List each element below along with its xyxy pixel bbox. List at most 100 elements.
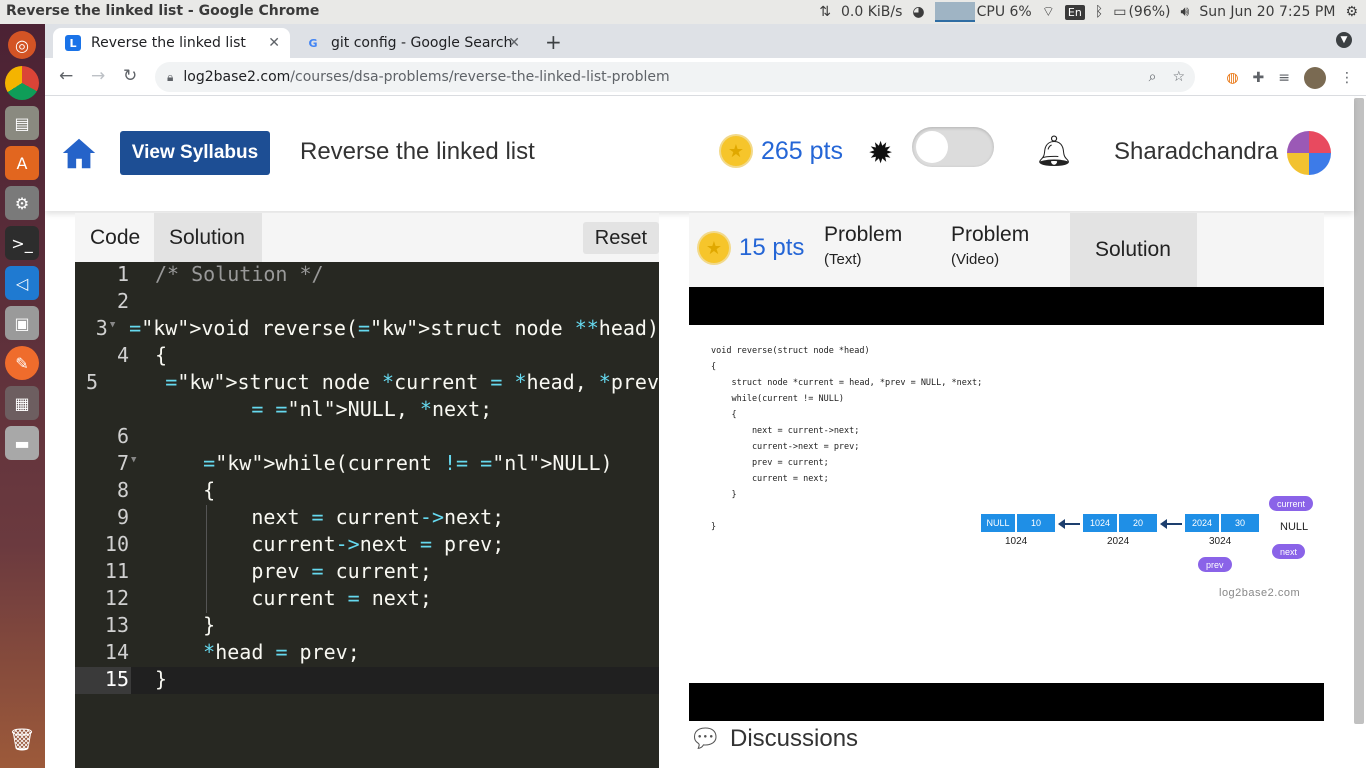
user-avatar[interactable] — [1287, 131, 1331, 175]
zoom-icon[interactable]: ⌕ — [1149, 69, 1157, 85]
code-line[interactable]: 7 ▼ ="kw">while(current != ="nl">NULL) — [75, 451, 659, 478]
settings-gear-icon[interactable]: ⚙ — [1345, 4, 1358, 20]
code-line[interactable]: = ="nl">NULL, *next; — [75, 397, 659, 424]
discussions-heading: 💬︎ Discussions — [689, 723, 858, 754]
page-content: View Syllabus Reverse the linked list ★ … — [45, 96, 1366, 768]
fold-arrow-icon[interactable]: ▼ — [131, 451, 143, 478]
site-header: View Syllabus Reverse the linked list ★ … — [45, 96, 1354, 211]
code-line[interactable]: 8 { — [75, 478, 659, 505]
network-speed: 0.0 KiB/s — [840, 4, 903, 20]
ubuntu-home-icon[interactable]: ◎ — [8, 31, 36, 59]
fold-arrow-icon — [131, 640, 143, 667]
software-center-icon[interactable]: A — [5, 146, 39, 180]
tab-problem-video[interactable]: Problem (Video) — [941, 213, 1039, 287]
code-line[interactable]: 12 current = next; — [75, 586, 659, 613]
close-tab-icon[interactable]: ✕ — [508, 35, 520, 51]
code-line[interactable]: 1 /* Solution */ — [75, 262, 659, 289]
code-line[interactable]: 3 ▼ ="kw">void reverse(="kw">struct node *… — [75, 316, 659, 343]
tab-reverse-linked-list[interactable]: L Reverse the linked list ✕ — [53, 28, 290, 58]
tab-search-icon[interactable]: ▼ — [1336, 32, 1352, 48]
node-address: 1024 — [1005, 536, 1028, 547]
close-tab-icon[interactable]: ✕ — [268, 35, 280, 51]
tab-solution-video[interactable]: Solution — [1070, 213, 1197, 287]
screenshot-icon[interactable]: ▣ — [5, 306, 39, 340]
media-queue-icon[interactable]: ≡ — [1278, 70, 1290, 86]
code-line[interactable]: 6 — [75, 424, 659, 451]
line-number — [75, 397, 131, 424]
code-text: prev = current; — [155, 559, 432, 583]
reset-button[interactable]: Reset — [582, 222, 659, 254]
code-text: next = current->next; — [155, 505, 505, 529]
code-text: *head = prev; — [203, 640, 360, 664]
page-scrollbar[interactable] — [1354, 98, 1364, 724]
volume-icon[interactable]: 🔊︎ — [1181, 4, 1190, 20]
postman-icon[interactable]: ✎ — [5, 346, 39, 380]
code-line[interactable]: 4{ — [75, 343, 659, 370]
tab-git-config[interactable]: G git config - Google Search ✕ — [293, 28, 530, 58]
new-tab-plus-icon[interactable]: + — [545, 30, 562, 54]
battery-icon[interactable]: ▭ — [1113, 4, 1126, 20]
puzzle-extensions-icon[interactable]: ✚ — [1253, 70, 1265, 86]
fold-arrow-icon — [131, 478, 143, 505]
line-number: 10 — [104, 532, 129, 556]
lock-icon[interactable]: 🔒︎ — [167, 70, 173, 85]
back-arrow-icon[interactable]: ← — [59, 66, 73, 86]
code-text: { — [155, 343, 168, 367]
view-syllabus-button[interactable]: View Syllabus — [120, 131, 270, 175]
code-line[interactable]: 2 — [75, 289, 659, 316]
keyboard-layout[interactable]: En — [1064, 4, 1085, 20]
line-number: 13 — [104, 613, 129, 637]
notification-bell-icon[interactable]: 🔔︎ — [1035, 134, 1073, 169]
address-bar[interactable]: 🔒︎ log2base2.com /courses/dsa-problems/r… — [155, 62, 1195, 92]
reload-icon[interactable]: ↻ — [123, 66, 137, 86]
bluetooth-icon[interactable]: ᛒ — [1095, 4, 1103, 20]
chrome-menu-icon[interactable]: ⋮ — [1340, 70, 1354, 86]
launcher: ◎ ▤ A ⚙ >_ ◁ ▣ ✎ ▦ ▬ 🗑︎ — [0, 24, 45, 768]
editor-pane: Code Solution Reset 1/* Solution */2 3 ▼ ="… — [75, 213, 659, 768]
chrome-icon[interactable] — [5, 66, 39, 100]
problem-points-value: 15 pts — [739, 234, 805, 261]
code-line[interactable]: 13 } — [75, 613, 659, 640]
trash-icon[interactable]: 🗑︎ — [5, 723, 39, 757]
code-line[interactable]: 15} — [75, 667, 659, 694]
username[interactable]: Sharadchandra — [1114, 138, 1278, 166]
dark-mode-toggle[interactable] — [912, 127, 994, 167]
log2base2-favicon-icon: L — [65, 35, 81, 51]
fold-arrow-icon[interactable]: ▼ — [110, 316, 117, 343]
workspace-icon[interactable]: ▦ — [5, 386, 39, 420]
extension-icon[interactable]: ◍ — [1226, 70, 1238, 86]
code-line[interactable]: 9 next = current->next; — [75, 505, 659, 532]
tab-code[interactable]: Code — [75, 213, 154, 262]
drive-icon[interactable]: ▬ — [5, 426, 39, 460]
bookmark-star-icon[interactable]: ☆ — [1172, 69, 1185, 85]
fold-arrow-icon — [131, 343, 143, 370]
home-icon[interactable] — [60, 134, 98, 172]
clock[interactable]: Sun Jun 20 7:25 PM — [1199, 4, 1335, 20]
tab-problem-text[interactable]: Problem (Text) — [814, 213, 912, 287]
code-line[interactable]: 11 prev = current; — [75, 559, 659, 586]
network-arrows-icon[interactable]: ⇅ — [819, 4, 831, 20]
code-line[interactable]: 5 ="kw">struct node *current = *head, *p… — [75, 370, 659, 397]
code-editor[interactable]: 1/* Solution */2 3 ▼ ="kw">void reverse(="k… — [75, 262, 659, 768]
fold-arrow-icon — [131, 262, 143, 289]
profile-avatar[interactable] — [1304, 67, 1326, 89]
forward-arrow-icon[interactable]: → — [91, 66, 105, 86]
fold-arrow-icon — [131, 613, 143, 640]
tab-solution[interactable]: Solution — [154, 213, 262, 262]
vscode-icon[interactable]: ◁ — [5, 266, 39, 300]
cpu-label: CPU 6% — [976, 4, 1032, 20]
node-value: 30 — [1234, 518, 1245, 528]
list-node: NULL 10 — [981, 514, 1055, 532]
null-label: NULL — [1280, 521, 1309, 533]
solution-video[interactable]: void reverse(struct node *head) { struct… — [689, 287, 1324, 721]
fold-arrow-icon — [131, 559, 143, 586]
steam-icon[interactable]: ◕ — [912, 4, 924, 20]
fold-arrow-icon — [131, 667, 143, 694]
code-line[interactable]: 10 current->next = prev; — [75, 532, 659, 559]
problem-pane: ★ 15 pts Problem (Text) Problem (Video) … — [689, 213, 1324, 768]
system-settings-icon[interactable]: ⚙ — [5, 186, 39, 220]
terminal-icon[interactable]: >_ — [5, 226, 39, 260]
code-line[interactable]: 14 *head = prev; — [75, 640, 659, 667]
files-icon[interactable]: ▤ — [5, 106, 39, 140]
wifi-icon[interactable]: ⌔ — [1042, 3, 1055, 21]
